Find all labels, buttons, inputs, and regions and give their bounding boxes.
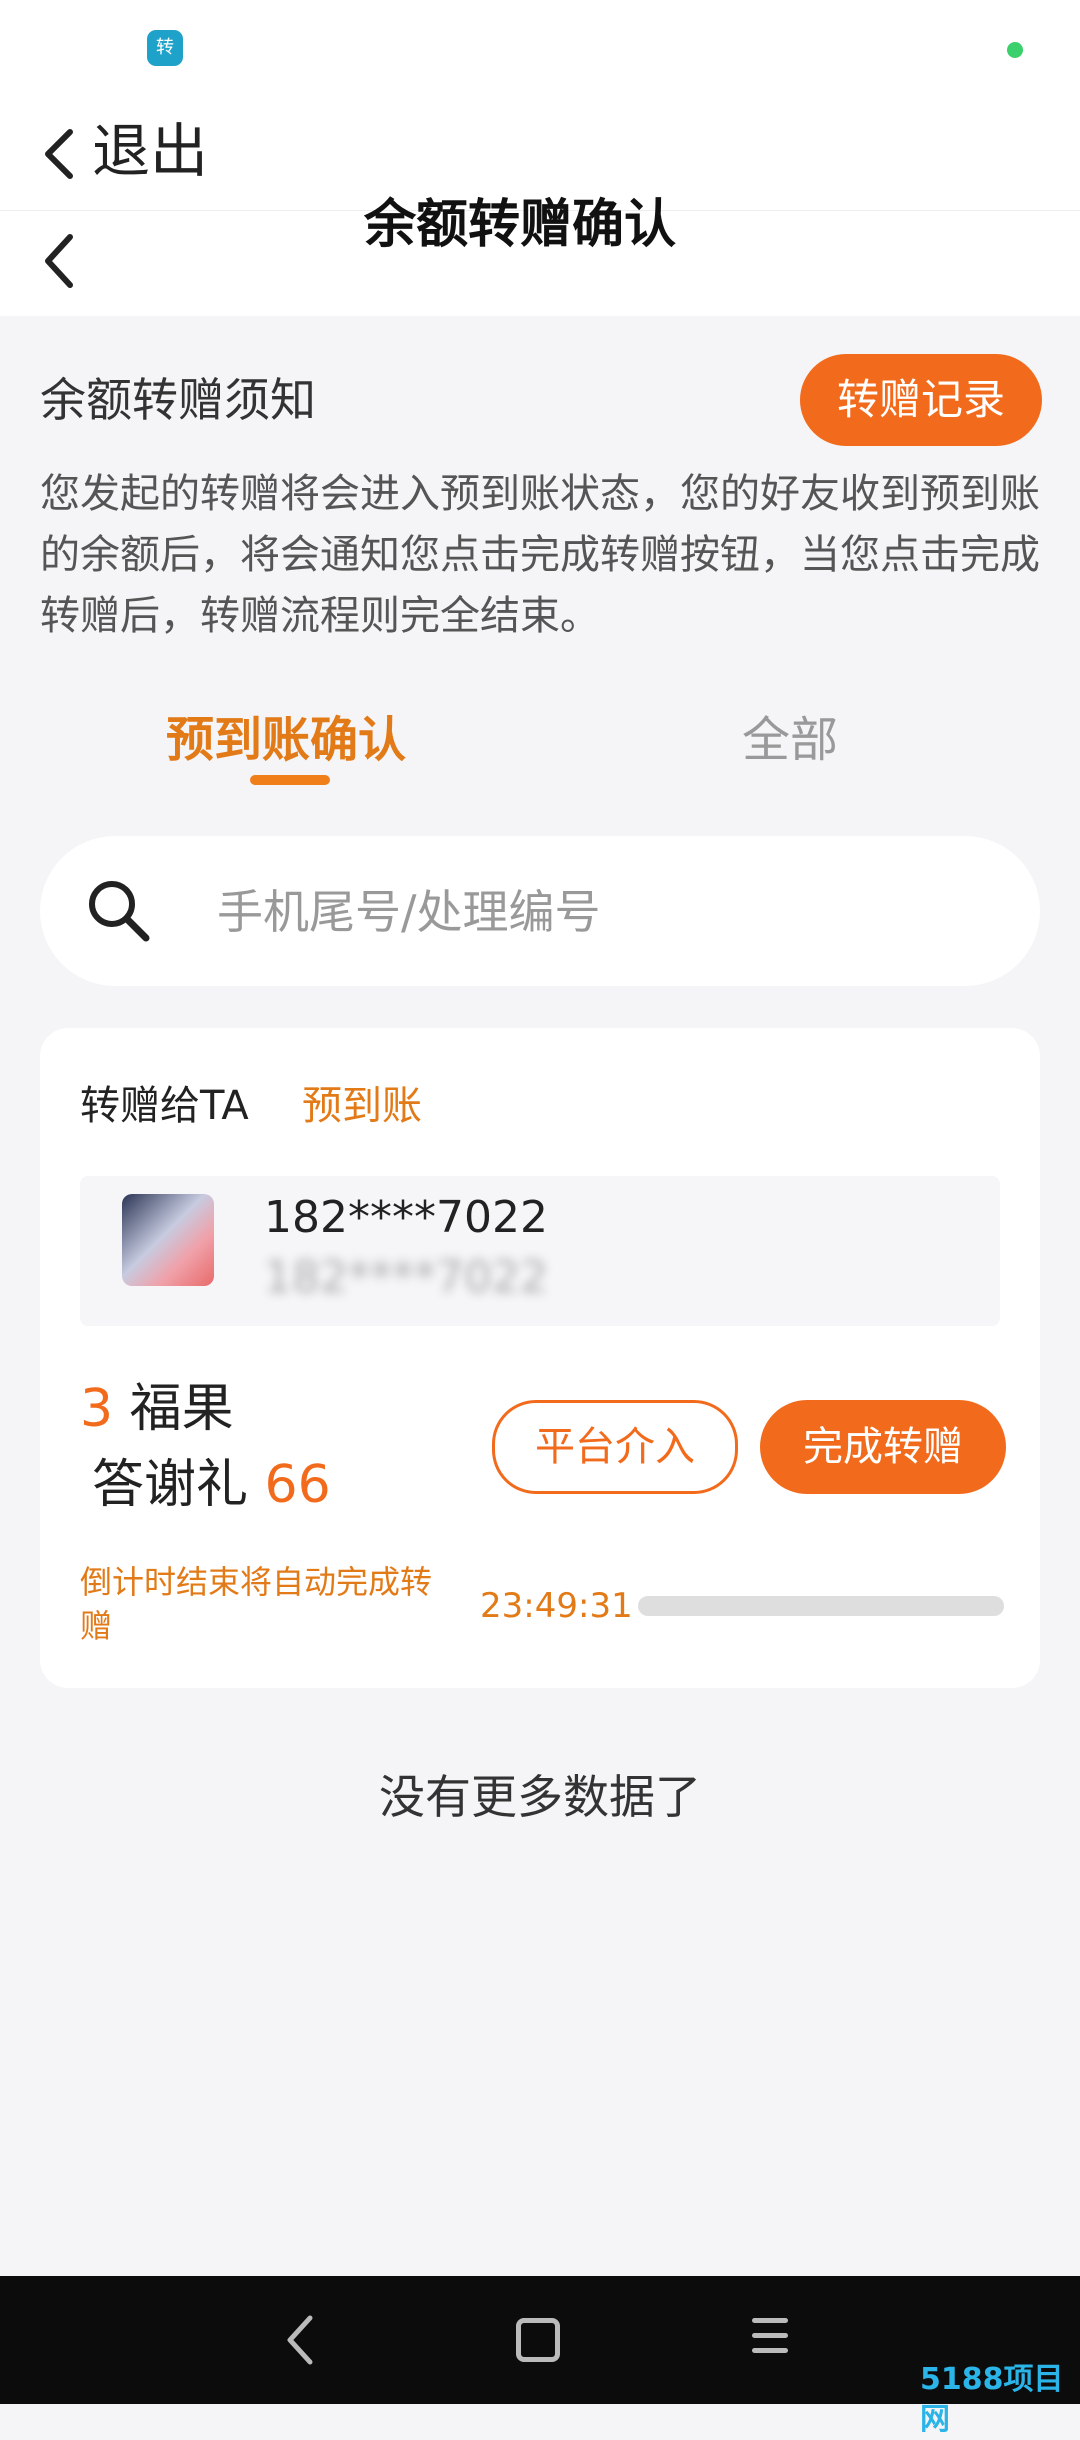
recipient-phone: 182****7022 <box>264 1192 548 1243</box>
page-title: 余额转赠确认 <box>363 195 676 255</box>
countdown-label: 倒计时结束将自动完成转赠 <box>80 1563 433 1645</box>
search-input[interactable] <box>215 866 999 958</box>
notice-title: 余额转赠须知 <box>40 373 316 427</box>
watermark-text: 5188项目网 <box>920 2362 1064 2437</box>
countdown-progress-bar <box>638 1596 1004 1616</box>
transfer-notice: 余额转赠须知 转赠记录 您发起的转赠将会进入预到账状态，您的好友收到预到账的余额… <box>0 330 1080 646</box>
platform-intervene-button[interactable]: 平台介入 <box>492 1400 738 1494</box>
app-notification-icon: 转 <box>147 30 183 66</box>
back-icon[interactable] <box>40 229 80 293</box>
system-navigation-bar <box>0 2276 1080 2404</box>
recipient-phone-secondary: 182****7022 <box>264 1252 548 1303</box>
nav-back-icon[interactable] <box>280 2312 320 2368</box>
status-badge: 预到账 <box>302 1083 422 1129</box>
avatar <box>122 1194 214 1286</box>
gift-label: 答谢礼 <box>92 1455 249 1515</box>
transfer-records-button[interactable]: 转赠记录 <box>800 354 1042 446</box>
tab-all[interactable]: 全部 <box>742 708 838 772</box>
nav-home-icon[interactable] <box>516 2318 560 2362</box>
recipient-info: 182****7022 182****7022 <box>80 1176 1000 1326</box>
complete-transfer-button[interactable]: 完成转赠 <box>760 1400 1006 1494</box>
chevron-left-icon[interactable] <box>40 124 80 184</box>
nav-menu-icon[interactable] <box>752 2318 788 2363</box>
notice-body: 您发起的转赠将会进入预到账状态，您的好友收到预到账的余额后，将会通知您点击完成转… <box>40 471 1040 639</box>
search-bar[interactable] <box>40 836 1040 986</box>
thank-you-gift: 答谢礼 66 <box>92 1452 331 1518</box>
transfer-card: 转赠给TA 预到账 182****7022 182****7022 3 福果 答… <box>40 1028 1040 1688</box>
tab-pending-confirmation[interactable]: 预到账确认 <box>166 708 406 772</box>
title-bar: 余额转赠确认 <box>0 195 1080 316</box>
transfer-amount: 3 福果 <box>80 1376 234 1442</box>
countdown-time: 23:49:31 <box>480 1586 633 1626</box>
status-bar: 转 <box>0 0 1080 100</box>
amount-unit: 福果 <box>129 1379 234 1439</box>
gift-value: 66 <box>264 1455 331 1515</box>
search-icon <box>89 881 150 942</box>
exit-button[interactable]: 退出 <box>92 116 208 186</box>
status-indicator-dot <box>1007 42 1023 58</box>
amount-value: 3 <box>80 1379 114 1439</box>
active-tab-indicator <box>250 775 330 785</box>
transfer-direction-label: 转赠给TA <box>80 1083 249 1129</box>
no-more-data-text: 没有更多数据了 <box>379 1770 701 1824</box>
